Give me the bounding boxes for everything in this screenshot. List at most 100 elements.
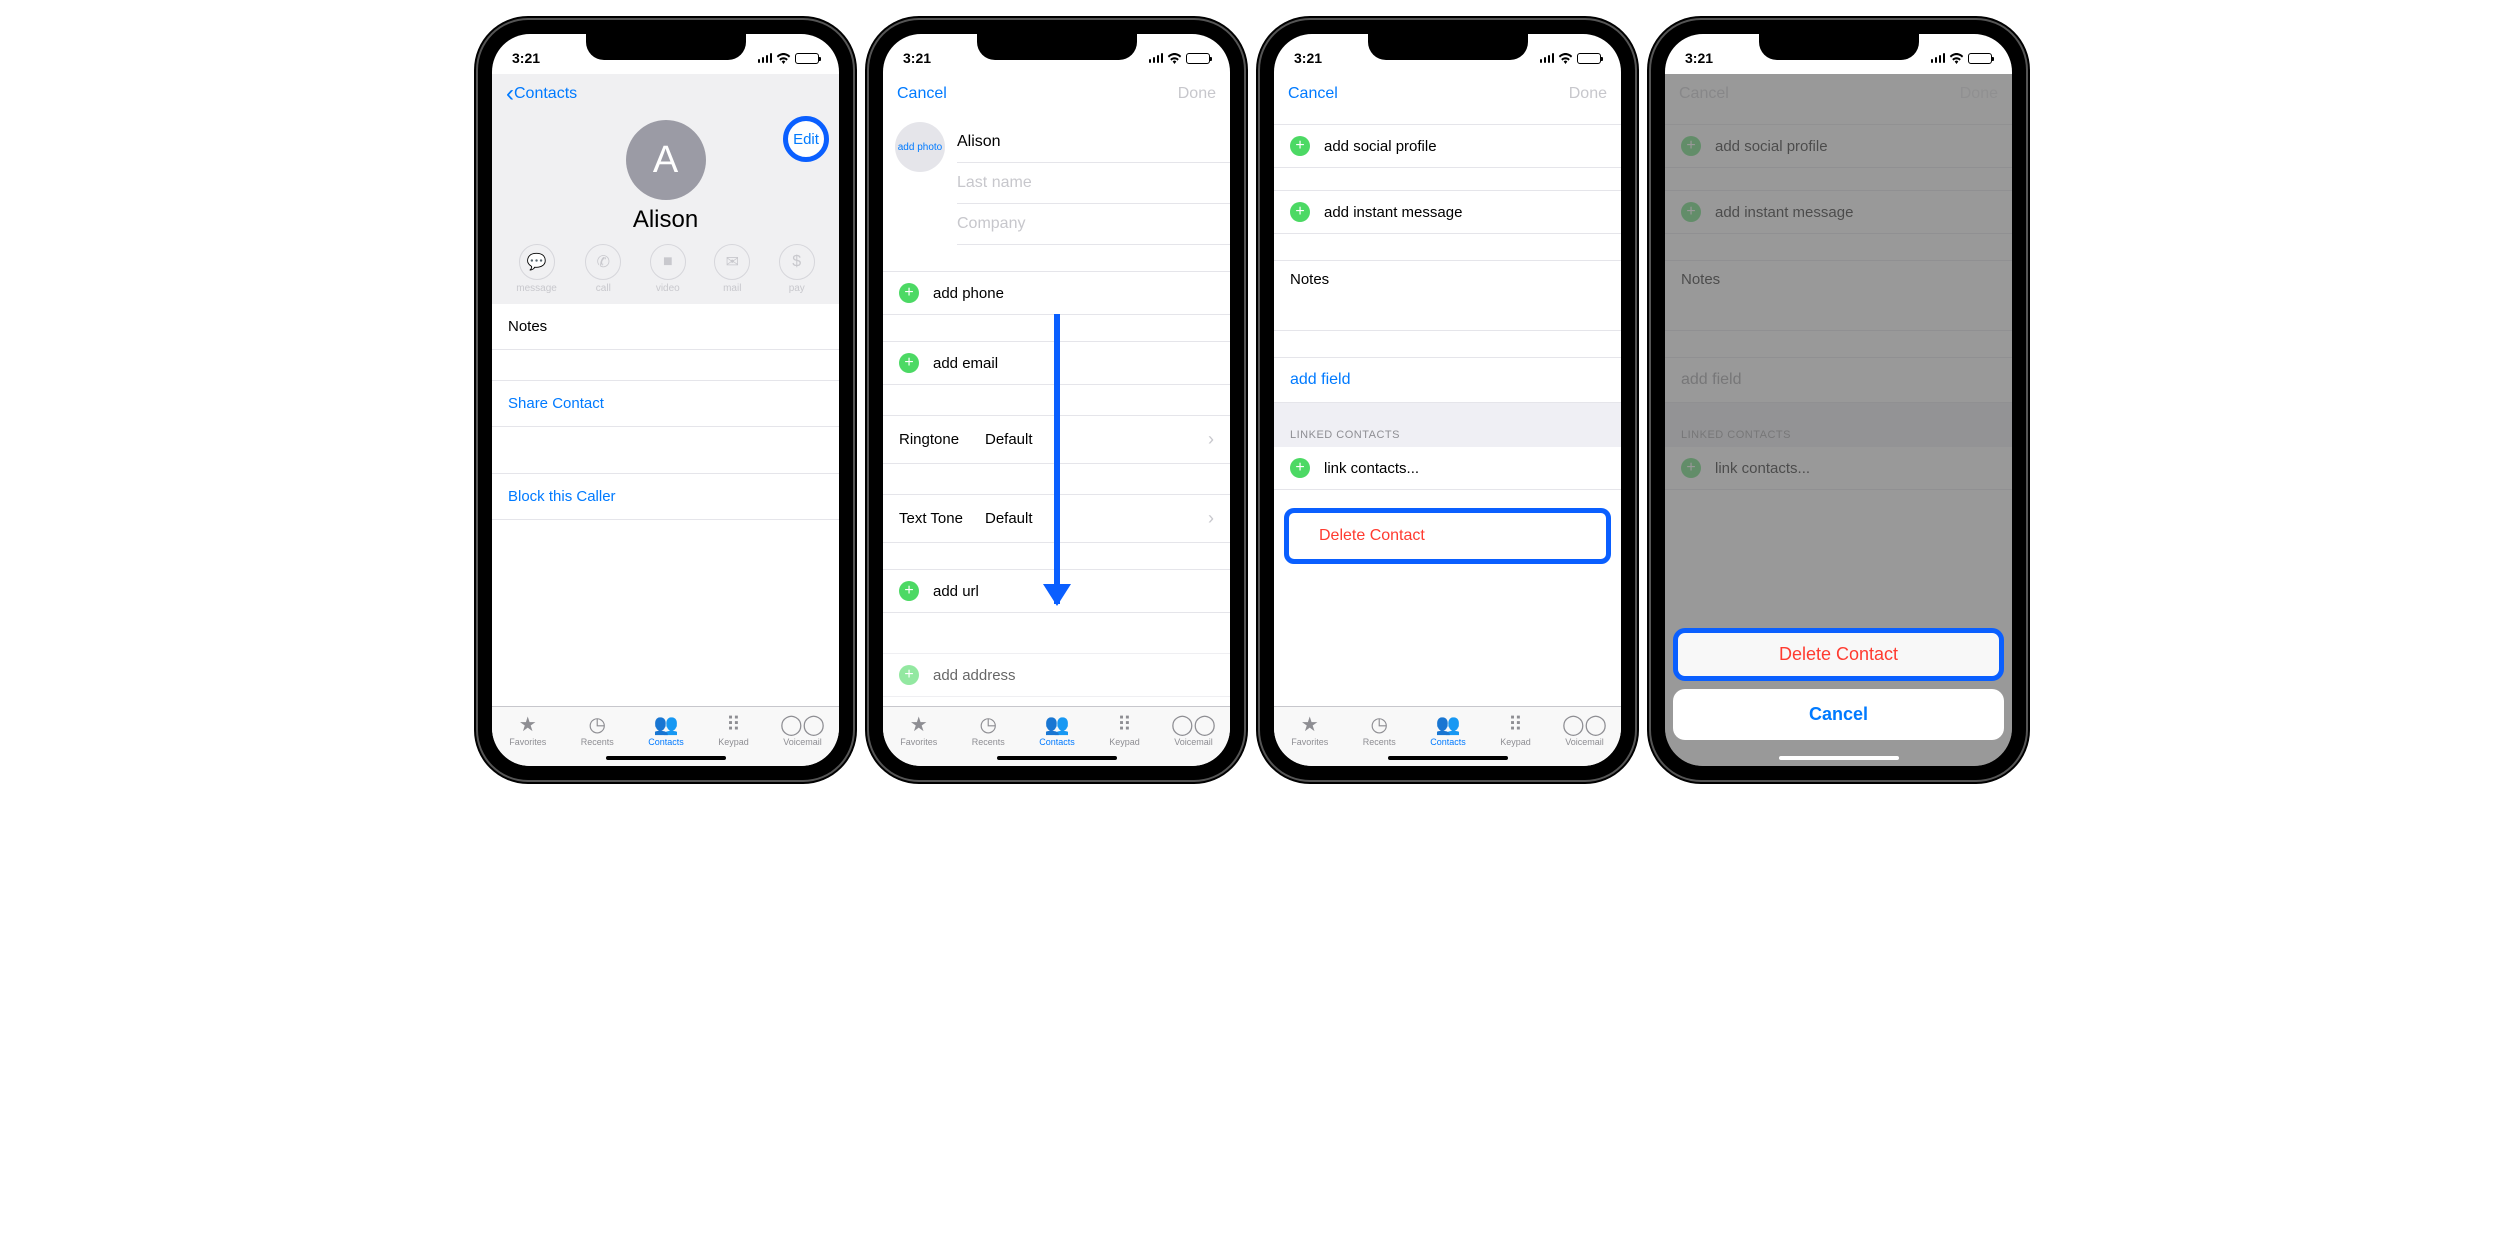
video-button[interactable]: ■video [650, 244, 686, 294]
plus-icon: + [1290, 458, 1310, 478]
call-button[interactable]: ✆call [585, 244, 621, 294]
add-im-button[interactable]: +add instant message [1274, 190, 1621, 234]
last-name-input[interactable]: Last name [957, 174, 1032, 191]
notes-field[interactable]: Notes [1274, 260, 1621, 331]
wifi-icon [776, 53, 791, 64]
company-input[interactable]: Company [957, 215, 1025, 232]
tab-recents[interactable]: ◷Recents [1363, 712, 1396, 747]
tab-contacts[interactable]: 👥Contacts [1039, 712, 1075, 747]
status-time: 3:21 [1294, 50, 1322, 66]
tab-voicemail[interactable]: ◯◯Voicemail [1565, 712, 1604, 747]
voicemail-icon: ◯◯ [1180, 712, 1206, 736]
back-label: Contacts [514, 85, 577, 103]
phone-1: 3:21 ‹ Contacts Edit A Alison [478, 20, 853, 780]
tab-recents[interactable]: ◷Recents [581, 712, 614, 747]
battery-icon [1577, 53, 1601, 64]
plus-icon: + [899, 353, 919, 373]
home-indicator[interactable] [1779, 756, 1899, 760]
edit-button[interactable]: Edit [783, 116, 829, 162]
notch [586, 34, 746, 60]
linked-contacts-header: LINKED CONTACTS [1274, 403, 1621, 447]
share-contact-button[interactable]: Share Contact [492, 380, 839, 427]
mail-button[interactable]: ✉mail [714, 244, 750, 294]
battery-icon [1968, 53, 1992, 64]
signal-icon [758, 53, 773, 63]
plus-icon: + [1290, 202, 1310, 222]
message-button[interactable]: 💬message [516, 244, 557, 294]
notes-cell[interactable]: Notes [492, 304, 839, 350]
tab-keypad[interactable]: ⠿Keypad [1109, 712, 1140, 747]
wifi-icon [1167, 53, 1182, 64]
home-indicator[interactable] [997, 756, 1117, 760]
back-button[interactable]: ‹ Contacts [506, 82, 577, 106]
battery-icon [795, 53, 819, 64]
tab-contacts[interactable]: 👥Contacts [1430, 712, 1466, 747]
people-icon: 👥 [1044, 712, 1070, 736]
status-time: 3:21 [512, 50, 540, 66]
texttone-value: Default [985, 510, 1208, 527]
phone-3: 3:21 Cancel Done +add social profile +ad… [1260, 20, 1635, 780]
tab-voicemail[interactable]: ◯◯Voicemail [1174, 712, 1213, 747]
keypad-icon: ⠿ [1502, 712, 1528, 736]
clock-icon: ◷ [584, 712, 610, 736]
chevron-right-icon: › [1208, 508, 1214, 529]
mail-icon: ✉ [714, 244, 750, 280]
tab-keypad[interactable]: ⠿Keypad [1500, 712, 1531, 747]
star-icon: ★ [906, 712, 932, 736]
tab-keypad[interactable]: ⠿Keypad [718, 712, 749, 747]
keypad-icon: ⠿ [1111, 712, 1137, 736]
star-icon: ★ [515, 712, 541, 736]
speech-icon: 💬 [519, 244, 555, 280]
voicemail-icon: ◯◯ [789, 712, 815, 736]
plus-icon: + [1290, 136, 1310, 156]
tab-contacts[interactable]: 👥Contacts [648, 712, 684, 747]
first-name-input[interactable]: Alison [957, 133, 1001, 150]
avatar: A [626, 120, 706, 200]
cancel-button[interactable]: Cancel [897, 85, 947, 103]
nav-bar: Cancel Done [1274, 74, 1621, 114]
notch [977, 34, 1137, 60]
delete-contact-button[interactable]: Delete Contact [1284, 508, 1611, 564]
voicemail-icon: ◯◯ [1571, 712, 1597, 736]
home-indicator[interactable] [1388, 756, 1508, 760]
ringtone-label: Ringtone [899, 431, 985, 448]
notch [1759, 34, 1919, 60]
texttone-label: Text Tone [899, 510, 985, 527]
tab-favorites[interactable]: ★Favorites [900, 712, 937, 747]
cancel-button[interactable]: Cancel [1288, 85, 1338, 103]
battery-icon [1186, 53, 1210, 64]
pay-button[interactable]: $pay [779, 244, 815, 294]
action-sheet: Delete Contact Cancel [1673, 628, 2004, 748]
home-indicator[interactable] [606, 756, 726, 760]
done-button[interactable]: Done [1178, 85, 1216, 103]
done-button[interactable]: Done [1569, 85, 1607, 103]
plus-icon: + [899, 581, 919, 601]
video-icon: ■ [650, 244, 686, 280]
clock-icon: ◷ [1366, 712, 1392, 736]
scroll-down-arrow-icon [1054, 314, 1060, 604]
people-icon: 👥 [653, 712, 679, 736]
link-contacts-button[interactable]: +link contacts... [1274, 447, 1621, 490]
tab-voicemail[interactable]: ◯◯Voicemail [783, 712, 822, 747]
sheet-delete-button[interactable]: Delete Contact [1673, 628, 2004, 681]
people-icon: 👥 [1435, 712, 1461, 736]
block-caller-button[interactable]: Block this Caller [492, 473, 839, 520]
tab-favorites[interactable]: ★Favorites [509, 712, 546, 747]
tab-recents[interactable]: ◷Recents [972, 712, 1005, 747]
chevron-left-icon: ‹ [506, 82, 514, 106]
clock-icon: ◷ [975, 712, 1001, 736]
notch [1368, 34, 1528, 60]
add-photo-button[interactable]: add photo [895, 122, 945, 172]
sheet-cancel-button[interactable]: Cancel [1673, 689, 2004, 740]
signal-icon [1931, 53, 1946, 63]
ringtone-value: Default [985, 431, 1208, 448]
add-phone-button[interactable]: +add phone [883, 271, 1230, 315]
add-field-button[interactable]: add field [1274, 357, 1621, 403]
tab-favorites[interactable]: ★Favorites [1291, 712, 1328, 747]
add-address-button[interactable]: +add address [883, 653, 1230, 697]
wifi-icon [1949, 53, 1964, 64]
wifi-icon [1558, 53, 1573, 64]
keypad-icon: ⠿ [720, 712, 746, 736]
add-social-button[interactable]: +add social profile [1274, 124, 1621, 168]
nav-bar: ‹ Contacts [492, 74, 839, 114]
